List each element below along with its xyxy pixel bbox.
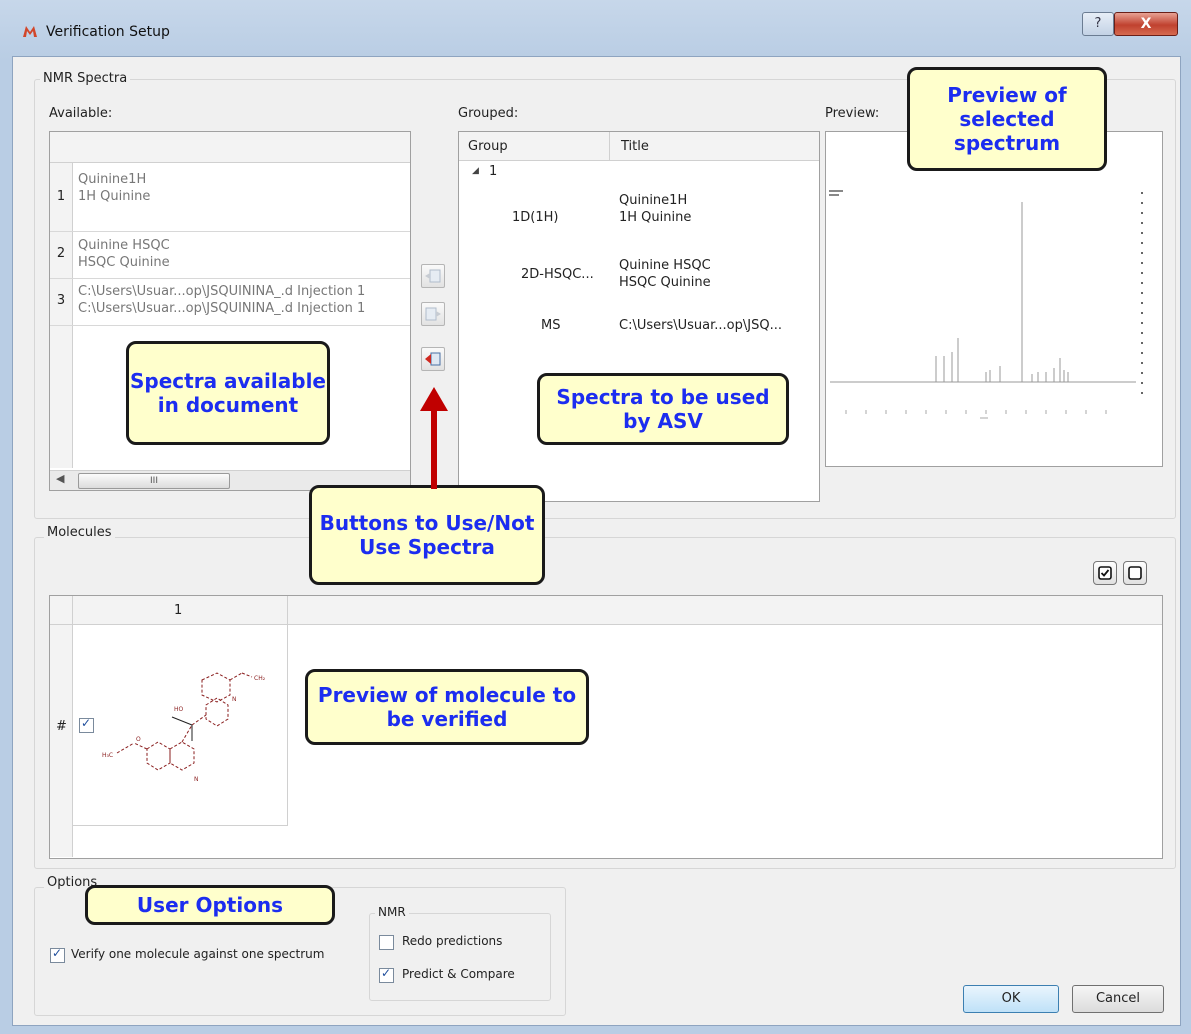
row-number: 2 <box>56 246 66 261</box>
preview-label: Preview: <box>825 106 880 121</box>
grouped-spectra-tree[interactable]: Group Title ◢ 1 1D(1H) Quinine1H 1H Quin… <box>458 131 820 502</box>
svg-text:H₃C: H₃C <box>102 752 113 759</box>
use-spectrum-icon <box>425 352 441 366</box>
dialog-client: NMR Spectra Available: Grouped: Preview:… <box>12 56 1181 1026</box>
row-marker: # <box>56 719 67 734</box>
select-none-button[interactable] <box>1123 561 1147 585</box>
remove-spectrum-button[interactable] <box>421 302 445 326</box>
molecules-group-label: Molecules <box>44 525 115 540</box>
row-number: 3 <box>56 293 66 308</box>
uncheck-all-icon <box>1128 566 1142 580</box>
callout-text: User Options <box>136 893 284 917</box>
tree-root-label[interactable]: 1 <box>489 163 497 180</box>
header-divider <box>287 596 288 624</box>
expand-triangle-icon[interactable]: ◢ <box>472 166 479 176</box>
header-divider <box>72 596 73 624</box>
callout-user-options: User Options <box>85 885 335 925</box>
column-header-title[interactable]: Title <box>621 138 649 155</box>
available-row[interactable]: 3 C:\Users\Usuar...op\JSQUININA_.d Injec… <box>50 279 410 326</box>
callout-buttons-use: Buttons to Use/Not Use Spectra <box>309 485 545 585</box>
cancel-button[interactable]: Cancel <box>1072 985 1164 1013</box>
window-title: Verification Setup <box>46 24 170 40</box>
dialog-window: Verification Setup ? X NMR Spectra Avail… <box>0 0 1191 1034</box>
check-all-icon <box>1098 566 1112 580</box>
callout-spectra-available: Spectra available in document <box>126 341 330 445</box>
molecules-grid[interactable]: 1 # ✓ CH₂ HO H₃C O N N <box>49 595 1163 859</box>
callout-preview-spectrum: Preview of selected spectrum <box>907 67 1107 171</box>
spectrum-preview-plot <box>829 190 1143 419</box>
svg-text:CH₂: CH₂ <box>254 675 266 682</box>
red-arrow-icon <box>420 387 448 489</box>
grouped-tree-header: Group Title <box>459 132 819 161</box>
verify-one-label[interactable]: Verify one molecule against one spectrum <box>71 947 324 961</box>
molecules-grid-header: 1 <box>50 596 1162 625</box>
group-type[interactable]: 2D-HSQC... <box>521 266 594 283</box>
help-button[interactable]: ? <box>1082 12 1114 36</box>
ok-button[interactable]: OK <box>963 985 1059 1013</box>
scroll-grip: III <box>150 476 158 486</box>
scroll-thumb[interactable]: III <box>78 473 230 489</box>
predict-compare-checkbox[interactable] <box>379 966 394 983</box>
group-title: C:\Users\Usuar...op\JSQ... <box>619 318 782 333</box>
available-list-header <box>50 132 410 163</box>
callout-preview-molecule: Preview of molecule to be verified <box>305 669 589 745</box>
callout-spectra-used: Spectra to be used by ASV <box>537 373 789 445</box>
nmr-options-group-label: NMR <box>375 905 409 919</box>
group-title: Quinine1H <box>619 193 688 208</box>
group-title: Quinine HSQC <box>619 258 711 273</box>
group-title: HSQC Quinine <box>619 275 711 290</box>
molecule-row-gutter <box>50 625 73 857</box>
molecule-structure: CH₂ HO H₃C O N N <box>102 672 266 783</box>
add-to-group-icon <box>425 269 441 283</box>
nmr-spectra-group-label: NMR Spectra <box>40 71 131 86</box>
verify-one-checkbox[interactable] <box>50 946 65 963</box>
available-label: Available: <box>49 106 113 121</box>
molecule-cell: CH₂ HO H₃C O N N <box>72 625 288 826</box>
spectrum-title: 1H Quinine <box>78 189 151 204</box>
redo-predictions-checkbox[interactable] <box>379 935 394 950</box>
group-type[interactable]: 1D(1H) <box>512 209 558 226</box>
spectrum-name: Quinine HSQC <box>78 238 170 253</box>
column-divider <box>609 132 610 160</box>
spectrum-name: Quinine1H <box>78 172 147 187</box>
svg-text:N: N <box>232 696 237 703</box>
svg-text:O: O <box>136 736 141 743</box>
svg-text:N: N <box>194 776 199 783</box>
callout-text: Spectra available in document <box>130 369 326 417</box>
nmr-options-group <box>369 913 551 1001</box>
group-type[interactable]: MS <box>541 317 560 334</box>
row-number: 1 <box>56 189 66 204</box>
predict-compare-label[interactable]: Predict & Compare <box>402 967 515 981</box>
column-header-group[interactable]: Group <box>468 138 508 155</box>
molecule-column-header[interactable]: 1 <box>174 602 182 619</box>
spectrum-preview-panel <box>825 131 1163 467</box>
title-bar: Verification Setup ? X <box>0 0 1191 52</box>
grouped-label: Grouped: <box>458 106 519 121</box>
group-title: 1H Quinine <box>619 210 692 225</box>
scroll-left-icon[interactable]: ◀ <box>56 472 64 485</box>
select-all-button[interactable] <box>1093 561 1117 585</box>
add-spectrum-button[interactable] <box>421 264 445 288</box>
available-row[interactable]: 2 Quinine HSQC HSQC Quinine <box>50 232 410 279</box>
callout-text: Spectra to be used by ASV <box>556 385 770 433</box>
callout-text: Preview of molecule to be verified <box>317 683 577 731</box>
redo-predictions-label[interactable]: Redo predictions <box>402 934 502 948</box>
spectrum-title: C:\Users\Usuar...op\JSQUININA_.d Injecti… <box>78 301 366 316</box>
use-spectrum-button[interactable] <box>421 347 445 371</box>
callout-text: Preview of selected spectrum <box>947 83 1067 155</box>
spectrum-name: C:\Users\Usuar...op\JSQUININA_.d Injecti… <box>78 284 366 299</box>
svg-text:HO: HO <box>174 706 184 713</box>
spectrum-title: HSQC Quinine <box>78 255 170 270</box>
available-row[interactable]: 1 Quinine1H 1H Quinine <box>50 163 410 232</box>
close-button[interactable]: X <box>1114 12 1178 36</box>
callout-text: Buttons to Use/Not Use Spectra <box>319 511 535 559</box>
remove-from-group-icon <box>425 307 441 321</box>
app-logo-icon <box>23 26 37 37</box>
